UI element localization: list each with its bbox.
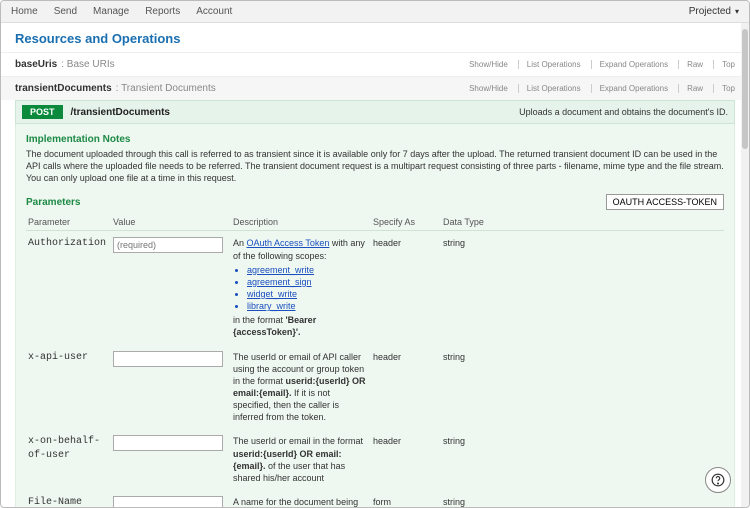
fname-desc: A name for the document being uploaded. … bbox=[231, 490, 371, 508]
method-summary: Uploads a document and obtains the docum… bbox=[519, 107, 728, 117]
xapi-specify: header bbox=[371, 345, 441, 430]
section-baseuris-key[interactable]: baseUris bbox=[15, 59, 57, 70]
scope-agreement-write[interactable]: agreement_write bbox=[247, 265, 314, 275]
link-raw[interactable]: Raw bbox=[678, 60, 703, 69]
help-icon[interactable] bbox=[705, 467, 731, 493]
param-behalf-input[interactable] bbox=[113, 435, 223, 451]
param-filename-input[interactable] bbox=[113, 496, 223, 508]
link-expandops-2[interactable]: Expand Operations bbox=[591, 84, 669, 93]
section-td-key[interactable]: transientDocuments bbox=[15, 83, 112, 94]
implementation-notes-text: The document uploaded through this call … bbox=[26, 148, 724, 184]
scope-library-write[interactable]: library_write bbox=[247, 301, 296, 311]
col-parameter: Parameter bbox=[26, 214, 111, 231]
param-authorization-input[interactable] bbox=[113, 237, 223, 253]
behalf-d1: The userId or email in the format bbox=[233, 436, 363, 446]
oauth-access-token-button[interactable]: OAUTH ACCESS-TOKEN bbox=[606, 194, 724, 210]
implementation-notes-title: Implementation Notes bbox=[26, 134, 724, 145]
col-datatype: Data Type bbox=[441, 214, 724, 231]
auth-specify: header bbox=[371, 231, 441, 345]
behalf-specify: header bbox=[371, 429, 441, 490]
method-badge: POST bbox=[22, 105, 63, 119]
scrollbar-thumb[interactable] bbox=[742, 29, 748, 149]
fname-specify: form bbox=[371, 490, 441, 508]
link-showhide-2[interactable]: Show/Hide bbox=[469, 84, 508, 93]
nav-account[interactable]: Account bbox=[196, 6, 232, 17]
param-xapiuser-name: x-api-user bbox=[26, 345, 111, 430]
nav-reports[interactable]: Reports bbox=[145, 6, 180, 17]
param-behalf-name: x-on-behalf-of-user bbox=[26, 429, 111, 490]
parameters-title: Parameters bbox=[26, 197, 80, 208]
nav-home[interactable]: Home bbox=[11, 6, 38, 17]
link-top[interactable]: Top bbox=[713, 60, 735, 69]
scope-agreement-sign[interactable]: agreement_sign bbox=[247, 277, 312, 287]
nav-manage[interactable]: Manage bbox=[93, 6, 129, 17]
link-raw-2[interactable]: Raw bbox=[678, 84, 703, 93]
auth-datatype: string bbox=[441, 231, 724, 345]
xapi-datatype: string bbox=[441, 345, 724, 430]
projected-dropdown[interactable]: Projected ▾ bbox=[689, 6, 739, 17]
col-value: Value bbox=[111, 214, 231, 231]
param-filename-name: File-Name bbox=[26, 490, 111, 508]
projected-label: Projected bbox=[689, 6, 731, 17]
section-baseuris-desc: : Base URIs bbox=[61, 59, 114, 70]
oauth-token-link[interactable]: OAuth Access Token bbox=[247, 238, 330, 248]
auth-format-1: in the format bbox=[233, 315, 286, 325]
chevron-down-icon: ▾ bbox=[735, 7, 739, 16]
table-row: Authorization An OAuth Access Token with… bbox=[26, 231, 724, 345]
page-title: Resources and Operations bbox=[15, 31, 735, 46]
col-specify: Specify As bbox=[371, 214, 441, 231]
col-description: Description bbox=[231, 214, 371, 231]
param-xapiuser-input[interactable] bbox=[113, 351, 223, 367]
table-row: x-api-user The userId or email of API ca… bbox=[26, 345, 724, 430]
method-path: /transientDocuments bbox=[71, 107, 170, 118]
section-td-desc: : Transient Documents bbox=[116, 83, 216, 94]
method-row[interactable]: POST /transientDocuments Uploads a docum… bbox=[15, 100, 735, 124]
link-listops-2[interactable]: List Operations bbox=[518, 84, 581, 93]
table-row: File-Name A name for the document being … bbox=[26, 490, 724, 508]
table-row: x-on-behalf-of-user The userId or email … bbox=[26, 429, 724, 490]
param-authorization-name: Authorization bbox=[26, 231, 111, 345]
link-expandops[interactable]: Expand Operations bbox=[591, 60, 669, 69]
link-top-2[interactable]: Top bbox=[713, 84, 735, 93]
link-listops[interactable]: List Operations bbox=[518, 60, 581, 69]
fname-datatype: string bbox=[441, 490, 724, 508]
auth-desc-prefix: An bbox=[233, 238, 247, 248]
behalf-datatype: string bbox=[441, 429, 724, 490]
scope-widget-write[interactable]: widget_write bbox=[247, 289, 297, 299]
nav-send[interactable]: Send bbox=[54, 6, 77, 17]
link-showhide[interactable]: Show/Hide bbox=[469, 60, 508, 69]
vertical-scrollbar[interactable] bbox=[741, 23, 749, 507]
